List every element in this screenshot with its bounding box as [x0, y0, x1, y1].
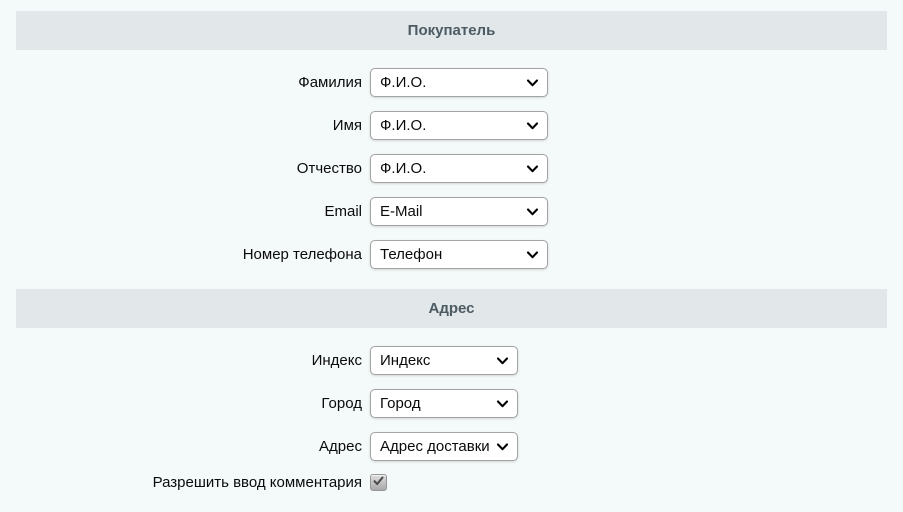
patronymic-label: Отчество [0, 160, 362, 177]
zip-label: Индекс [0, 352, 362, 369]
firstname-label: Имя [0, 117, 362, 134]
field-row-surname: Фамилия Ф.И.О. [0, 68, 903, 97]
address-select[interactable]: Адрес доставки [370, 432, 518, 461]
allow-comment-checkbox[interactable] [370, 474, 387, 491]
address-label: Адрес [0, 438, 362, 455]
city-label: Город [0, 395, 362, 412]
allow-comment-label: Разрешить ввод комментария [0, 474, 362, 491]
email-select[interactable]: E-Mail [370, 197, 548, 226]
order-form: Покупатель Фамилия Ф.И.О. Имя Ф.И.О. Отч… [0, 0, 903, 512]
field-row-patronymic: Отчество Ф.И.О. [0, 154, 903, 183]
field-row-address: Адрес Адрес доставки [0, 432, 903, 461]
zip-select[interactable]: Индекс [370, 346, 518, 375]
surname-label: Фамилия [0, 74, 362, 91]
email-label: Email [0, 203, 362, 220]
patronymic-select[interactable]: Ф.И.О. [370, 154, 548, 183]
section-title: Адрес [428, 300, 474, 317]
section-header-buyer: Покупатель [16, 11, 887, 50]
field-row-city: Город Город [0, 389, 903, 418]
firstname-select[interactable]: Ф.И.О. [370, 111, 548, 140]
phone-select[interactable]: Телефон [370, 240, 548, 269]
check-icon [373, 473, 384, 491]
surname-select[interactable]: Ф.И.О. [370, 68, 548, 97]
section-title: Покупатель [408, 22, 496, 39]
city-select[interactable]: Город [370, 389, 518, 418]
allow-comment-row: Разрешить ввод комментария [0, 474, 903, 491]
section-header-address: Адрес [16, 289, 887, 328]
field-row-email: Email E-Mail [0, 197, 903, 226]
phone-label: Номер телефона [0, 246, 362, 263]
field-row-firstname: Имя Ф.И.О. [0, 111, 903, 140]
field-row-phone: Номер телефона Телефон [0, 240, 903, 269]
field-row-zip: Индекс Индекс [0, 346, 903, 375]
